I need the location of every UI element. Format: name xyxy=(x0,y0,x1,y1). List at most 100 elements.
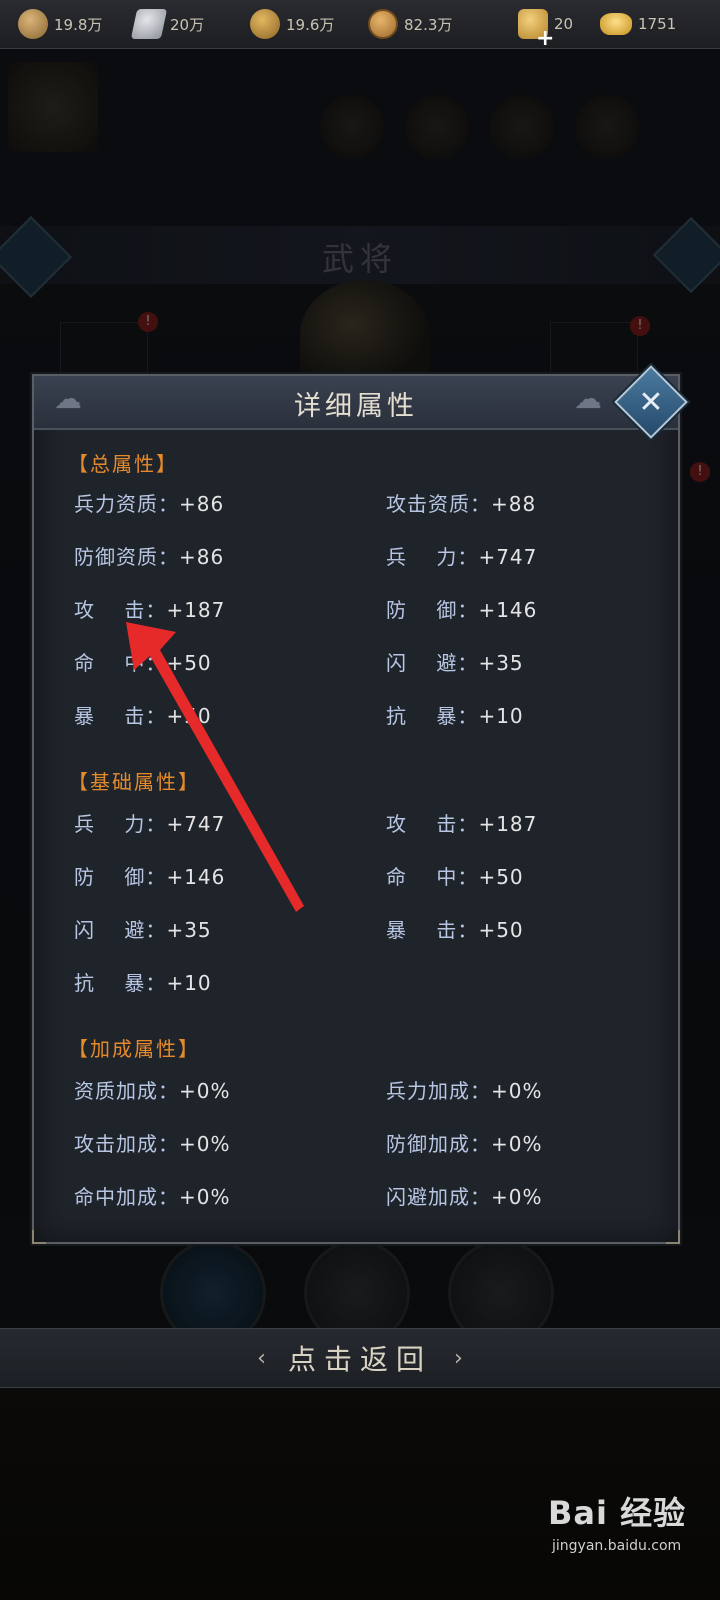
attribute-detail-panel: ☁ ☁ 详细属性 ✕ 【总属性】 兵力资质：+86 攻击资质：+88 防御资质：… xyxy=(32,365,688,1244)
resource-value: 19.8万 xyxy=(54,15,103,34)
resource-value: 20万 xyxy=(170,15,205,34)
corner-ornament xyxy=(32,1230,46,1244)
attribute-row: 暴 击：+50 xyxy=(386,914,524,943)
attribute-value: +50 xyxy=(166,651,212,675)
attribute-row: 兵 力：+747 xyxy=(74,808,225,837)
attribute-label: 命中加成： xyxy=(74,1185,179,1209)
attribute-row: 命中加成：+0% xyxy=(74,1181,231,1210)
watermark-url: jingyan.baidu.com xyxy=(552,1538,682,1554)
attribute-label: 闪 避： xyxy=(386,651,479,675)
copper-coin-icon xyxy=(368,9,398,39)
return-label: 点击返回 xyxy=(287,1343,432,1376)
attribute-row: 攻 击：+187 xyxy=(386,808,537,837)
attribute-label: 暴 击： xyxy=(386,918,479,942)
attribute-value: +146 xyxy=(478,598,538,622)
attribute-row: 闪 避：+35 xyxy=(386,647,524,676)
attribute-value: +187 xyxy=(478,812,538,836)
attribute-value: +0% xyxy=(179,1132,231,1156)
resource-value: 1751 xyxy=(638,15,677,33)
attribute-row: 资质加成：+0% xyxy=(74,1075,231,1104)
attribute-label: 攻 击： xyxy=(74,598,167,622)
attribute-label: 命 中： xyxy=(386,865,479,889)
resource-iron: 20万 xyxy=(130,0,205,48)
attribute-row: 命 中：+50 xyxy=(74,647,212,676)
attribute-row: 攻 击：+187 xyxy=(74,594,225,623)
attribute-value: +0% xyxy=(179,1079,231,1103)
attribute-value: +146 xyxy=(166,865,226,889)
attribute-value: +35 xyxy=(166,918,212,942)
resource-value: 19.6万 xyxy=(286,15,335,34)
watermark-brand: Bai 经验 xyxy=(548,1494,687,1532)
attribute-label: 兵力资质： xyxy=(74,492,179,516)
return-button[interactable]: ‹ 点击返回 › xyxy=(0,1328,720,1388)
attribute-row: 闪 避：+35 xyxy=(74,914,212,943)
wood-icon xyxy=(18,9,48,39)
attribute-value: +0% xyxy=(179,1185,231,1209)
corner-ornament xyxy=(666,1230,680,1244)
attribute-row: 防 御：+146 xyxy=(386,594,537,623)
close-icon: ✕ xyxy=(638,384,664,420)
attribute-label: 兵 力： xyxy=(74,812,167,836)
attribute-row: 命 中：+50 xyxy=(386,861,524,890)
attribute-value: +0% xyxy=(491,1079,543,1103)
attribute-row: 抗 暴：+10 xyxy=(74,967,212,996)
iron-icon xyxy=(130,9,168,39)
attribute-row: 兵 力：+747 xyxy=(386,541,537,570)
attribute-value: +0% xyxy=(491,1132,543,1156)
attribute-label: 资质加成： xyxy=(74,1079,179,1103)
attribute-value: +88 xyxy=(491,492,537,516)
attribute-label: 闪避加成： xyxy=(386,1185,491,1209)
attribute-label: 防御加成： xyxy=(386,1132,491,1156)
attribute-row: 抗 暴：+10 xyxy=(386,700,524,729)
section-title-bonus: 【加成属性】 xyxy=(68,1037,200,1061)
attribute-row: 防 御：+146 xyxy=(74,861,225,890)
attribute-label: 攻击加成： xyxy=(74,1132,179,1156)
attribute-label: 命 中： xyxy=(74,651,167,675)
panel-title: 详细属性 xyxy=(294,391,418,422)
panel-header: ☁ ☁ 详细属性 xyxy=(34,376,678,430)
attribute-label: 防 御： xyxy=(74,865,167,889)
resource-wood: 19.8万 xyxy=(18,0,102,48)
attribute-value: +50 xyxy=(478,918,524,942)
game-screen: 武将 ! ! ! 19.8万 20万 19.6万 82.3万 20 + 1751… xyxy=(0,0,720,1600)
attribute-label: 闪 避： xyxy=(74,918,167,942)
resource-bar: 19.8万 20万 19.6万 82.3万 20 + 1751 xyxy=(0,0,720,50)
attribute-value: +10 xyxy=(478,704,524,728)
attribute-label: 攻击资质： xyxy=(386,492,491,516)
resource-value: 20 xyxy=(554,15,574,33)
attribute-label: 抗 暴： xyxy=(386,704,479,728)
attribute-value: +747 xyxy=(166,812,226,836)
attribute-label: 暴 击： xyxy=(74,704,167,728)
attribute-value: +187 xyxy=(166,598,226,622)
chevron-right-icon: › xyxy=(454,1345,463,1371)
resource-grain: 19.6万 xyxy=(250,0,334,48)
resource-value: 82.3万 xyxy=(404,15,453,34)
section-title-total: 【总属性】 xyxy=(68,452,178,476)
section-title-base: 【基础属性】 xyxy=(68,770,200,794)
attribute-row: 兵力资质：+86 xyxy=(74,488,224,517)
resource-gold[interactable]: 1751 xyxy=(600,0,676,48)
attribute-value: +50 xyxy=(478,865,524,889)
grain-icon xyxy=(250,9,280,39)
attribute-row: 防御资质：+86 xyxy=(74,541,224,570)
attribute-value: +50 xyxy=(166,704,212,728)
attribute-label: 兵 力： xyxy=(386,545,479,569)
add-icon[interactable]: + xyxy=(536,28,554,50)
attribute-value: +747 xyxy=(478,545,538,569)
attribute-row: 暴 击：+50 xyxy=(74,700,212,729)
attribute-row: 兵力加成：+0% xyxy=(386,1075,543,1104)
attribute-value: +35 xyxy=(478,651,524,675)
attribute-label: 防 御： xyxy=(386,598,479,622)
attribute-row: 闪避加成：+0% xyxy=(386,1181,543,1210)
attribute-value: +86 xyxy=(179,492,225,516)
attribute-row: 攻击资质：+88 xyxy=(386,488,536,517)
chevron-left-icon: ‹ xyxy=(257,1345,266,1371)
resource-copper: 82.3万 xyxy=(368,0,452,48)
attribute-label: 抗 暴： xyxy=(74,971,167,995)
attribute-value: +10 xyxy=(166,971,212,995)
attribute-value: +0% xyxy=(491,1185,543,1209)
attribute-label: 防御资质： xyxy=(74,545,179,569)
attribute-label: 攻 击： xyxy=(386,812,479,836)
gold-ingot-icon xyxy=(600,13,632,35)
attribute-row: 攻击加成：+0% xyxy=(74,1128,231,1157)
